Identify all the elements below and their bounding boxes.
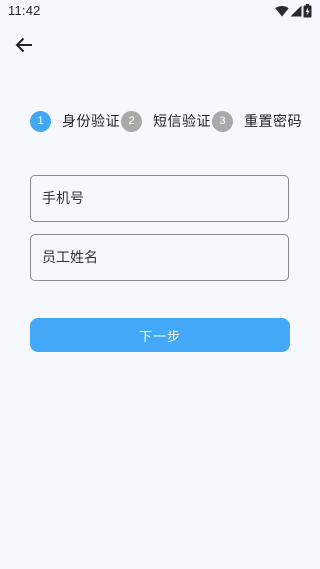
step-number: 1 [30, 110, 51, 132]
arrow-left-icon [15, 37, 33, 57]
cellular-signal-icon [290, 5, 302, 17]
step-label: 短信验证 [153, 114, 211, 130]
step-sms-verification: 2 短信验证 [121, 110, 211, 132]
phone-input[interactable] [31, 176, 288, 221]
step-label: 身份验证 [62, 114, 120, 130]
next-step-button[interactable]: 下一步 [30, 318, 290, 352]
step-identity-verification: 1 身份验证 [30, 110, 120, 132]
battery-charging-icon [303, 4, 312, 18]
step-label: 重置密码 [244, 114, 302, 130]
step-reset-password: 3 重置密码 [212, 110, 302, 132]
phone-field[interactable] [30, 175, 289, 222]
back-button[interactable] [10, 33, 38, 61]
status-icons [275, 4, 312, 18]
step-indicator: 1 身份验证 2 短信验证 3 重置密码 [30, 110, 302, 132]
status-time: 11:42 [8, 3, 41, 18]
wifi-icon [275, 5, 289, 17]
step-number: 2 [121, 110, 142, 132]
employee-name-input[interactable] [31, 235, 288, 280]
employee-name-field[interactable] [30, 234, 289, 281]
step-number: 3 [212, 110, 233, 132]
status-bar: 11:42 [0, 0, 320, 24]
